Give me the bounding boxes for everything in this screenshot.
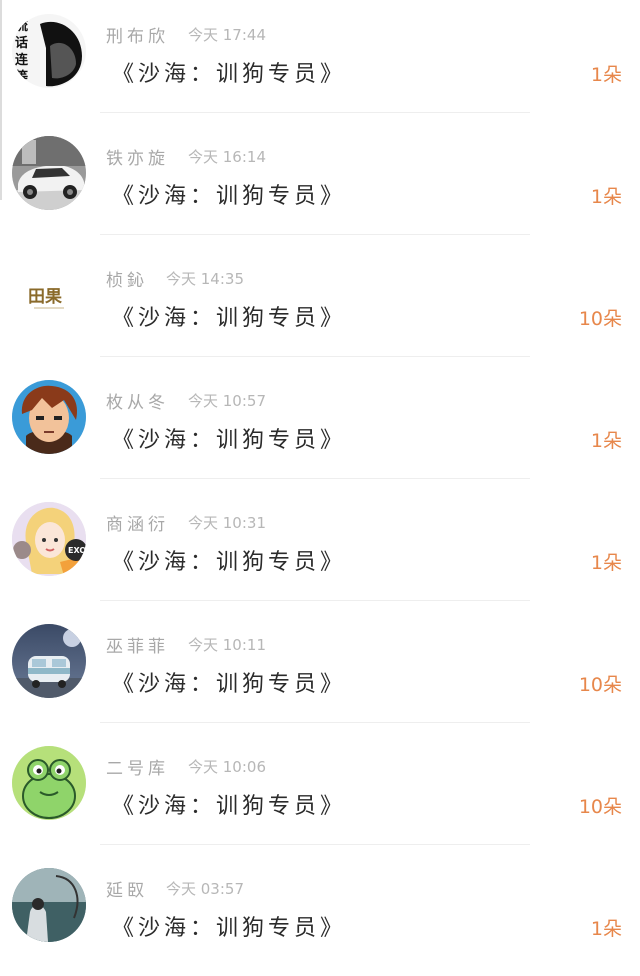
sender-name: 枚从冬	[106, 393, 169, 413]
divider	[100, 112, 530, 113]
text-avatar-icon[interactable]: 流 话 连 等	[12, 14, 86, 88]
list-item[interactable]: 枚从冬 今天 10:57 《沙海：训狗专员》 1朵	[0, 366, 640, 488]
flower-count: 1朵	[590, 186, 622, 208]
car-avatar-icon[interactable]	[12, 136, 86, 210]
list-item[interactable]: 田果 桢鈊 今天 14:35 《沙海：训狗专员》 10朵	[0, 244, 640, 366]
logo-avatar-icon[interactable]: 田果	[12, 258, 86, 332]
list-item[interactable]: 巫菲菲 今天 10:11 《沙海：训狗专员》 10朵	[0, 610, 640, 732]
list-item[interactable]: 二号库 今天 10:06 《沙海：训狗专员》 10朵	[0, 732, 640, 854]
text-avatar-art: 流 话 连 等	[12, 14, 86, 88]
logo-avatar-art: 田果	[12, 258, 86, 332]
anime-boy-avatar-icon[interactable]	[12, 380, 86, 454]
van-avatar-icon[interactable]	[12, 624, 86, 698]
flower-count: 10朵	[578, 796, 622, 818]
flower-count: 1朵	[590, 552, 622, 574]
divider	[100, 844, 530, 845]
message-time: 今天 10:57	[188, 392, 266, 410]
anime-girl-avatar-art: EXO	[12, 502, 86, 576]
avatar-char: 流	[15, 18, 28, 34]
car-avatar-art	[12, 136, 86, 210]
message-time: 今天 16:14	[188, 148, 266, 166]
van-avatar-art	[12, 624, 86, 698]
avatar-char: 话	[15, 35, 28, 51]
sender-name: 巫菲菲	[106, 637, 169, 657]
divider	[100, 356, 530, 357]
sender-name: 商涵衍	[106, 515, 169, 535]
message-text: 《沙海：训狗专员》	[112, 550, 347, 575]
flower-count: 1朵	[590, 918, 622, 940]
message-text: 《沙海：训狗专员》	[112, 916, 347, 941]
list-item[interactable]: 流 话 连 等 刑布欣 今天 17:44 《沙海：训狗专员》 1朵	[0, 0, 640, 122]
list-item[interactable]: 延臤 今天 03:57 《沙海：训狗专员》 1朵	[0, 854, 640, 976]
photo-avatar-icon[interactable]	[12, 868, 86, 942]
divider	[100, 600, 530, 601]
sender-name: 桢鈊	[106, 271, 148, 291]
divider	[100, 478, 530, 479]
photo-avatar-art	[12, 868, 86, 942]
frog-avatar-art	[12, 746, 86, 820]
flower-count: 1朵	[590, 430, 622, 452]
list-item[interactable]: 铁亦旋 今天 16:14 《沙海：训狗专员》 1朵	[0, 122, 640, 244]
message-time: 今天 14:35	[166, 270, 244, 288]
message-time: 今天 17:44	[188, 26, 266, 44]
frog-avatar-icon[interactable]	[12, 746, 86, 820]
message-text: 《沙海：训狗专员》	[112, 794, 347, 819]
message-text: 《沙海：训狗专员》	[112, 62, 347, 87]
list-item[interactable]: EXO 商涵衍 今天 10:31 《沙海：训狗专员》 1朵	[0, 488, 640, 610]
avatar-char: 连	[15, 52, 29, 68]
exo-text: EXO	[68, 546, 86, 555]
message-text: 《沙海：训狗专员》	[112, 428, 347, 453]
logo-text: 田果	[28, 287, 62, 307]
message-time: 今天 10:31	[188, 514, 266, 532]
anime-boy-avatar-art	[12, 380, 86, 454]
flower-count: 1朵	[590, 64, 622, 86]
gift-message-list: 流 话 连 等 刑布欣 今天 17:44 《沙海：训狗专员》 1朵 铁亦旋 今天…	[0, 0, 640, 960]
sender-name: 二号库	[106, 759, 169, 779]
divider	[100, 234, 530, 235]
anime-girl-avatar-icon[interactable]: EXO	[12, 502, 86, 576]
message-text: 《沙海：训狗专员》	[112, 672, 347, 697]
avatar-char: 等	[14, 69, 28, 85]
sender-name: 铁亦旋	[106, 149, 169, 169]
flower-count: 10朵	[578, 308, 622, 330]
sender-name: 刑布欣	[106, 27, 169, 47]
divider	[100, 722, 530, 723]
message-time: 今天 10:06	[188, 758, 266, 776]
sender-name: 延臤	[106, 881, 148, 901]
message-time: 今天 03:57	[166, 880, 244, 898]
flower-count: 10朵	[578, 674, 622, 696]
message-time: 今天 10:11	[188, 636, 266, 654]
message-text: 《沙海：训狗专员》	[112, 306, 347, 331]
message-text: 《沙海：训狗专员》	[112, 184, 347, 209]
